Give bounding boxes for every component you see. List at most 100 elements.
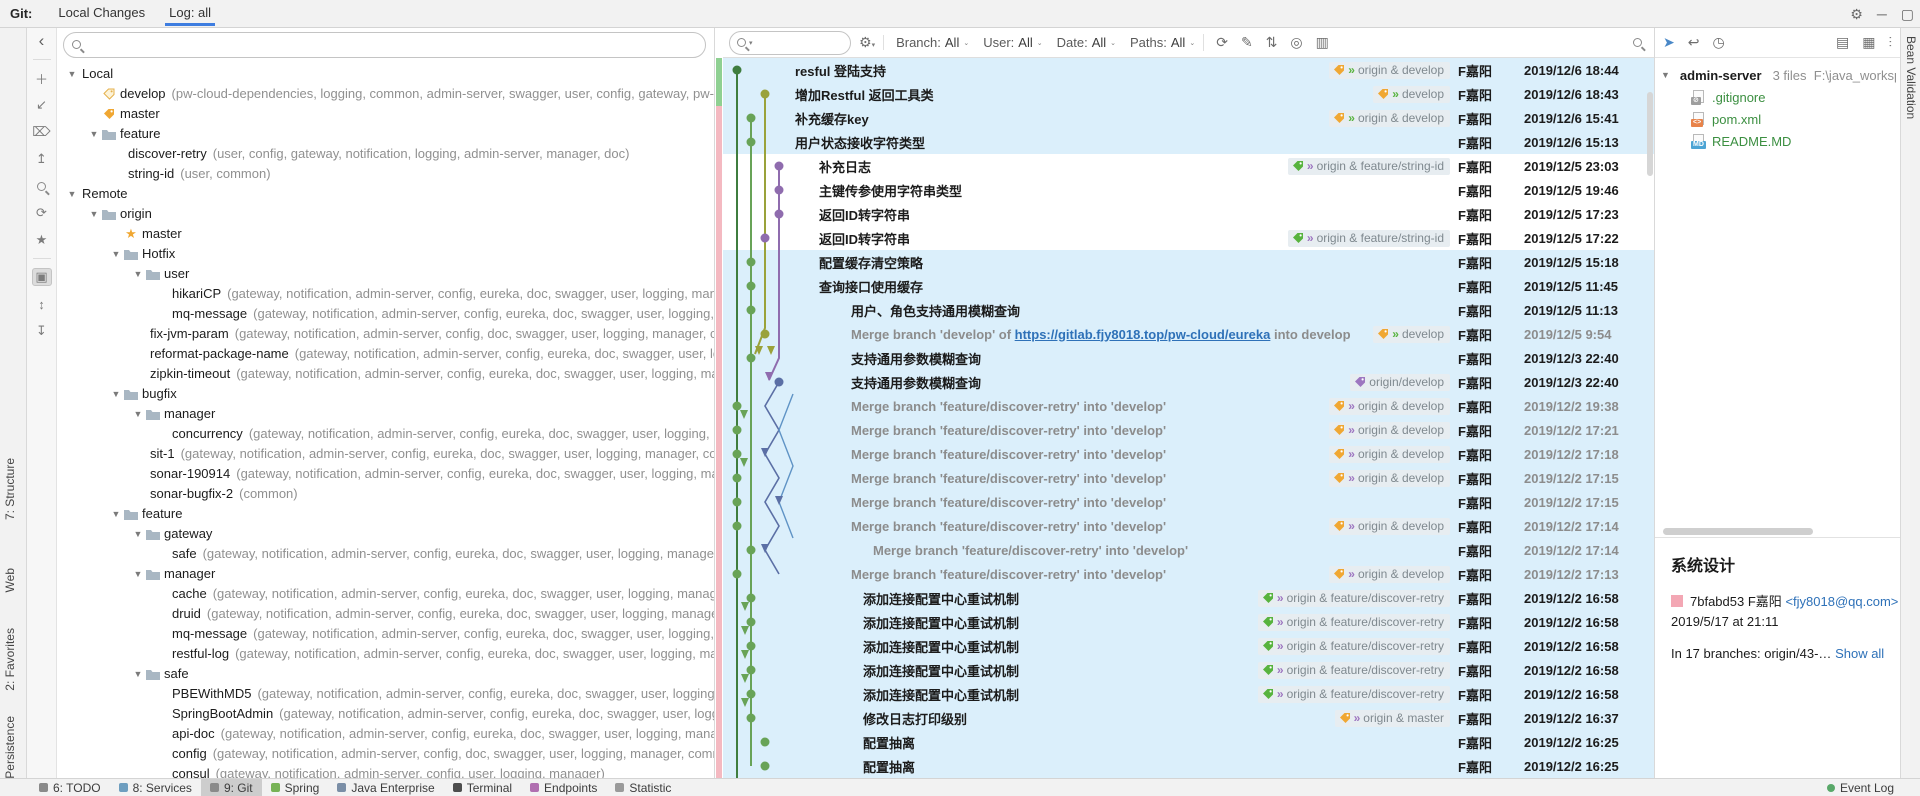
branch-tree-row[interactable]: PBEWithMD5 (gateway, notification, admin… bbox=[57, 684, 714, 704]
checkout-icon[interactable]: ↙ bbox=[32, 96, 52, 114]
ref-label[interactable]: »origin & feature/discover-retry bbox=[1258, 662, 1450, 679]
branch-tree-row[interactable]: zipkin-timeout (gateway, notification, a… bbox=[57, 364, 714, 384]
commit-row[interactable]: 支持通用参数模糊查询 origin/develop F嘉阳 2019/12/3 … bbox=[723, 370, 1654, 394]
tab-log-all[interactable]: Log: all bbox=[157, 1, 223, 26]
commit-row[interactable]: 配置缓存清空策略 F嘉阳 2019/12/5 15:18 bbox=[723, 250, 1654, 274]
refresh-icon[interactable]: ⟳ bbox=[32, 204, 52, 222]
commit-row[interactable]: 补充日志 »origin & feature/string-id F嘉阳 201… bbox=[723, 154, 1654, 178]
branch-tree-row[interactable]: ▼ origin bbox=[57, 204, 714, 224]
branch-tree-row[interactable]: ★ master bbox=[57, 224, 714, 244]
branch-tree-row[interactable]: string-id (user, common) bbox=[57, 164, 714, 184]
statusbar-statistic[interactable]: Statistic bbox=[606, 779, 680, 796]
ref-label[interactable]: »origin & develop bbox=[1329, 446, 1450, 463]
branch-tree-row[interactable]: ▼ manager bbox=[57, 404, 714, 424]
statusbar-java-enterprise[interactable]: Java Enterprise bbox=[328, 779, 443, 796]
branch-tree-row[interactable]: restful-log (gateway, notification, admi… bbox=[57, 644, 714, 664]
commit-row[interactable]: 支持通用参数模糊查询 F嘉阳 2019/12/3 22:40 bbox=[723, 346, 1654, 370]
branch-tree-row[interactable]: sonar-190914 (gateway, notification, adm… bbox=[57, 464, 714, 484]
expand-arrow-icon[interactable]: ▼ bbox=[131, 569, 145, 579]
delete-icon[interactable]: ⌦ bbox=[32, 123, 52, 141]
filter-date[interactable]: Date:All⌄ bbox=[1057, 35, 1116, 50]
branch-tree-row[interactable]: master bbox=[57, 104, 714, 124]
expand-arrow-icon[interactable]: ▼ bbox=[131, 669, 145, 679]
commit-row[interactable]: 查询接口使用缓存 F嘉阳 2019/12/5 11:45 bbox=[723, 274, 1654, 298]
expand-arrow-icon[interactable]: ▼ bbox=[87, 129, 101, 139]
filter-paths[interactable]: Paths:All⌄ bbox=[1130, 35, 1195, 50]
ref-label[interactable]: »origin & develop bbox=[1329, 62, 1450, 79]
commit-row[interactable]: 配置抽离 F嘉阳 2019/12/2 16:25 bbox=[723, 730, 1654, 754]
stripe-item-structure[interactable]: 7: Structure bbox=[3, 458, 17, 520]
expand-arrow-icon[interactable]: ▼ bbox=[109, 389, 123, 399]
ref-label[interactable]: »develop bbox=[1373, 326, 1450, 343]
branch-tree-row[interactable]: ▼ feature bbox=[57, 504, 714, 524]
ref-label[interactable]: »origin & feature/discover-retry bbox=[1258, 614, 1450, 631]
ref-label[interactable]: »origin & develop bbox=[1329, 566, 1450, 583]
minimize-icon[interactable]: ─ bbox=[1877, 6, 1887, 22]
event-log-button[interactable]: Event Log bbox=[1827, 781, 1920, 795]
commit-row[interactable]: 配置抽离 F嘉阳 2019/12/2 16:25 bbox=[723, 754, 1654, 778]
go-to-hash-icon[interactable]: ✎ bbox=[1241, 34, 1253, 51]
settings-icon[interactable]: ⚙ bbox=[1850, 6, 1863, 23]
expand-arrow-icon[interactable]: ▼ bbox=[131, 529, 145, 539]
branch-tree-row[interactable]: sonar-bugfix-2 (common) bbox=[57, 484, 714, 504]
branch-tree-row[interactable]: ▼ Hotfix bbox=[57, 244, 714, 264]
stripe-item-bean-validation[interactable]: Bean Validation bbox=[1904, 36, 1918, 119]
ref-label[interactable]: »origin & develop bbox=[1329, 398, 1450, 415]
filter-search-icon[interactable] bbox=[1633, 38, 1642, 47]
restore-icon[interactable]: ▢ bbox=[1901, 6, 1914, 23]
changed-file-pom-xml[interactable]: <>pom.xml bbox=[1661, 108, 1896, 130]
commit-row[interactable]: 用户、角色支持通用模糊查询 F嘉阳 2019/12/5 11:13 bbox=[723, 298, 1654, 322]
commit-row[interactable]: Merge branch 'feature/discover-retry' in… bbox=[723, 418, 1654, 442]
tab-local-changes[interactable]: Local Changes bbox=[46, 1, 157, 26]
history-icon[interactable]: ◷ bbox=[1712, 34, 1724, 51]
filter-user[interactable]: User:All⌄ bbox=[983, 35, 1042, 50]
search-settings-gear-icon[interactable]: ⚙▾ bbox=[859, 34, 875, 51]
changed-file-readme-md[interactable]: MDREADME.MD bbox=[1661, 130, 1896, 152]
ref-label[interactable]: »origin & develop bbox=[1329, 470, 1450, 487]
branch-tree-row[interactable]: api-doc (gateway, notification, admin-se… bbox=[57, 724, 714, 744]
expand-arrow-icon[interactable]: ▼ bbox=[109, 509, 123, 519]
commit-row[interactable]: 添加连接配置中心重试机制 »origin & feature/discover-… bbox=[723, 682, 1654, 706]
ref-label[interactable]: »origin & develop bbox=[1329, 422, 1450, 439]
expand-arrow-icon[interactable]: ▼ bbox=[109, 249, 123, 259]
statusbar-terminal[interactable]: Terminal bbox=[444, 779, 521, 796]
rollback-icon[interactable]: ↩ bbox=[1688, 34, 1700, 51]
statusbar-8-services[interactable]: 8: Services bbox=[110, 779, 201, 796]
log-search-input[interactable]: ▾ bbox=[729, 31, 851, 55]
statusbar-6-todo[interactable]: 6: TODO bbox=[30, 779, 110, 796]
branch-tree-row[interactable]: reformat-package-name (gateway, notifica… bbox=[57, 344, 714, 364]
commit-row[interactable]: Merge branch 'feature/discover-retry' in… bbox=[723, 394, 1654, 418]
branch-tree-row[interactable]: mq-message (gateway, notification, admin… bbox=[57, 624, 714, 644]
branch-tree-row[interactable]: ▼ gateway bbox=[57, 524, 714, 544]
branch-tree-row[interactable]: cache (gateway, notification, admin-serv… bbox=[57, 584, 714, 604]
commit-row[interactable]: 修改日志打印级别 »origin & master F嘉阳 2019/12/2 … bbox=[723, 706, 1654, 730]
jump-to-source-icon[interactable]: ➤ bbox=[1663, 34, 1675, 51]
ref-label[interactable]: »origin & master bbox=[1335, 710, 1450, 727]
commit-row[interactable]: 添加连接配置中心重试机制 »origin & feature/discover-… bbox=[723, 586, 1654, 610]
branch-tree-row[interactable]: ▼ user bbox=[57, 264, 714, 284]
back-icon[interactable]: ‹ bbox=[32, 32, 52, 50]
branch-tree-row[interactable]: hikariCP (gateway, notification, admin-s… bbox=[57, 284, 714, 304]
ref-label[interactable]: »origin & feature/discover-retry bbox=[1258, 590, 1450, 607]
commit-row[interactable]: 返回ID转字符串 F嘉阳 2019/12/5 17:23 bbox=[723, 202, 1654, 226]
changed-files-root[interactable]: ▼admin-server3 files F:\java_worksp… bbox=[1661, 64, 1896, 86]
commit-row[interactable]: Merge branch 'feature/discover-retry' in… bbox=[723, 562, 1654, 586]
commit-row[interactable]: Merge branch 'feature/discover-retry' in… bbox=[723, 538, 1654, 562]
preview-diff-icon[interactable]: ◎ bbox=[1290, 34, 1302, 51]
commit-link[interactable]: https://gitlab.fjy8018.top/pw-cloud/eure… bbox=[1015, 327, 1271, 342]
ref-label[interactable]: »develop bbox=[1373, 86, 1450, 103]
branch-tree-row[interactable]: mq-message (gateway, notification, admin… bbox=[57, 304, 714, 324]
ref-label[interactable]: »origin & develop bbox=[1329, 110, 1450, 127]
commit-row[interactable]: Merge branch 'feature/discover-retry' in… bbox=[723, 442, 1654, 466]
commit-row[interactable]: Merge branch 'feature/discover-retry' in… bbox=[723, 514, 1654, 538]
add-icon[interactable]: ＋ bbox=[32, 69, 52, 87]
flatten-packages-icon[interactable]: ▦ bbox=[1862, 34, 1875, 51]
commit-row[interactable]: resful 登陆支持 »origin & develop F嘉阳 2019/1… bbox=[723, 58, 1654, 82]
filter-branch[interactable]: Branch:All⌄ bbox=[896, 35, 969, 50]
commit-row[interactable]: Merge branch 'develop' of https://gitlab… bbox=[723, 322, 1654, 346]
branch-search-input[interactable] bbox=[63, 32, 706, 58]
commit-row[interactable]: 添加连接配置中心重试机制 »origin & feature/discover-… bbox=[723, 658, 1654, 682]
search-icon[interactable] bbox=[32, 177, 52, 195]
expand-arrow-icon[interactable]: ▼ bbox=[87, 209, 101, 219]
expand-arrow-icon[interactable]: ▼ bbox=[65, 189, 79, 199]
